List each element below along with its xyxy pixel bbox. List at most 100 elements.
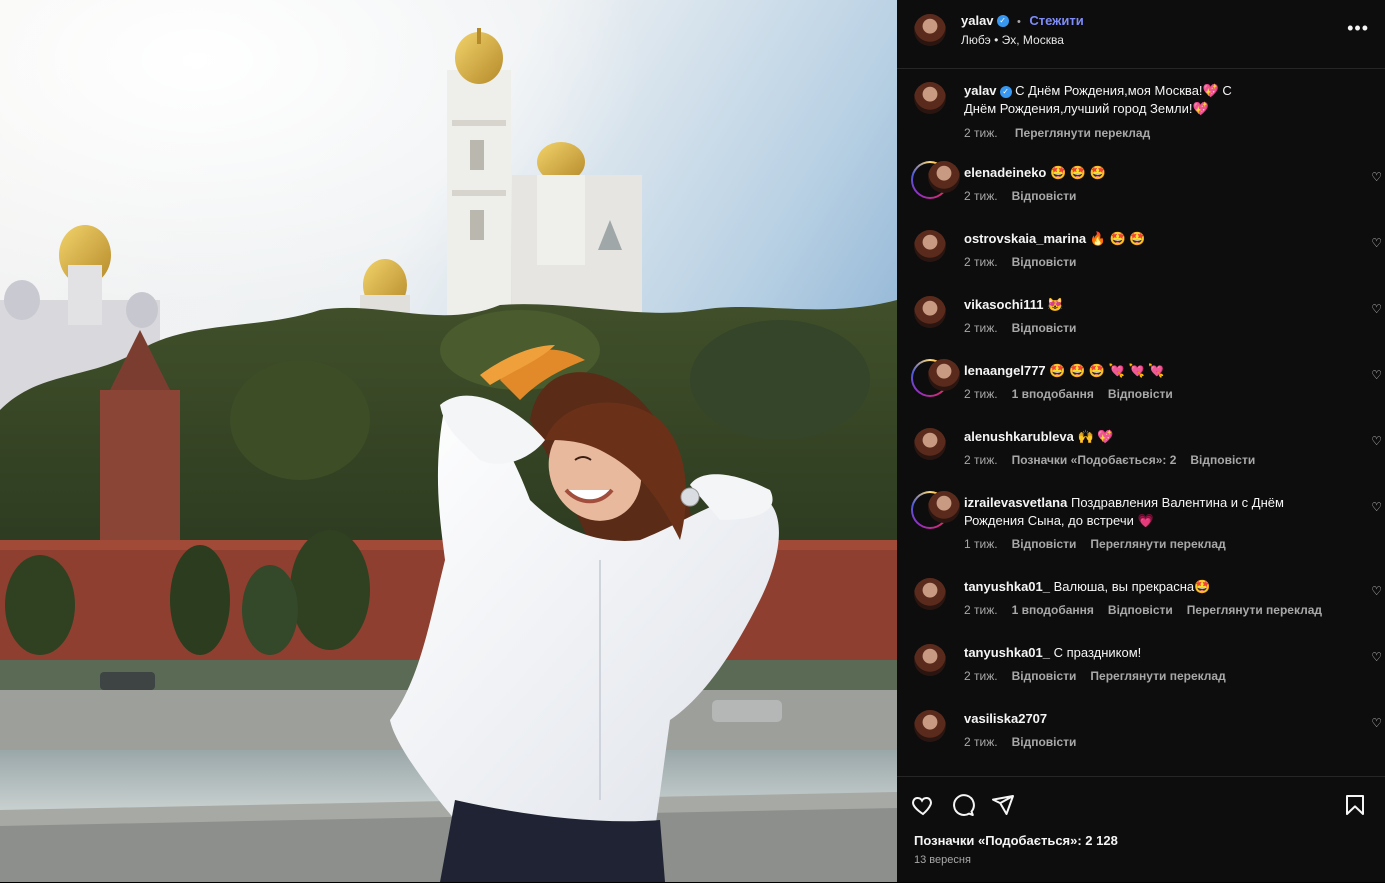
caption-username[interactable]: yalav bbox=[964, 83, 997, 98]
caption-body: yalav ✓ С Днём Рождения,моя Москва!💖 С Дн… bbox=[964, 82, 1264, 118]
comment-meta: 2 тиж. 1 вподобання Відповісти Переглянути … bbox=[964, 603, 1336, 617]
comment-time[interactable]: 2 тиж. bbox=[964, 321, 998, 335]
likes-count[interactable]: Позначки «Подобається»: 2 128 bbox=[914, 833, 1118, 848]
translate-button[interactable]: Переглянути переклад bbox=[1090, 537, 1225, 551]
comment-avatar[interactable] bbox=[914, 296, 946, 328]
comment-avatar[interactable] bbox=[914, 710, 946, 742]
reply-button[interactable]: Відповісти bbox=[1012, 255, 1077, 269]
comment-like-heart-icon[interactable]: ♡ bbox=[1371, 236, 1382, 250]
comment-username[interactable]: vasiliska2707 bbox=[964, 711, 1047, 726]
reply-button[interactable]: Відповісти bbox=[1012, 537, 1077, 551]
author-avatar-image[interactable] bbox=[914, 14, 946, 46]
comment-time[interactable]: 2 тиж. bbox=[964, 669, 998, 683]
bookmark-icon[interactable] bbox=[1343, 793, 1367, 817]
comment-avatar[interactable] bbox=[914, 428, 946, 460]
comment-avatar[interactable] bbox=[928, 359, 960, 391]
comment-time[interactable]: 2 тиж. bbox=[964, 453, 998, 467]
comment-like-heart-icon[interactable]: ♡ bbox=[1371, 584, 1382, 598]
caption-time[interactable]: 2 тиж. bbox=[964, 126, 998, 140]
comment-body: lenaangel777 🤩 🤩 🤩 💘 💘 💘 bbox=[964, 362, 1334, 380]
comment-text: Валюша, вы прекрасна🤩 bbox=[1053, 579, 1211, 594]
comment-meta: 2 тиж. Відповісти bbox=[964, 735, 1090, 749]
comment-avatar-story-ring[interactable] bbox=[911, 491, 960, 529]
comment-icon[interactable] bbox=[951, 793, 975, 817]
music-label[interactable]: Любэ • Эх, Москва bbox=[961, 33, 1064, 47]
comment-like-heart-icon[interactable]: ♡ bbox=[1371, 302, 1382, 316]
send-icon[interactable] bbox=[991, 793, 1015, 817]
post-header: yalav ✓ • Стежити Любэ • Эх, Москва ••• bbox=[897, 0, 1385, 69]
reply-button[interactable]: Відповісти bbox=[1012, 735, 1077, 749]
comment-like-heart-icon[interactable]: ♡ bbox=[1371, 500, 1382, 514]
comment-text: 🤩 🤩 🤩 💘 💘 💘 bbox=[1049, 363, 1165, 378]
more-options-icon[interactable]: ••• bbox=[1347, 18, 1369, 39]
post-side-panel: yalav ✓ • Стежити Любэ • Эх, Москва ••• y… bbox=[897, 0, 1385, 882]
comment-time[interactable]: 2 тиж. bbox=[964, 189, 998, 203]
comment-username[interactable]: alenushkarubleva bbox=[964, 429, 1074, 444]
comment-time[interactable]: 2 тиж. bbox=[964, 387, 998, 401]
comment-likes[interactable]: 1 вподобання bbox=[1012, 387, 1094, 401]
comment-username[interactable]: tanyushka01_ bbox=[964, 645, 1050, 660]
verified-badge-icon: ✓ bbox=[996, 14, 1009, 27]
follow-button[interactable]: Стежити bbox=[1029, 13, 1083, 28]
caption-avatar[interactable] bbox=[914, 82, 946, 114]
instagram-post-view: yalav ✓ • Стежити Любэ • Эх, Москва ••• y… bbox=[0, 0, 1385, 882]
comment-avatar[interactable] bbox=[928, 491, 960, 523]
reply-button[interactable]: Відповісти bbox=[1190, 453, 1255, 467]
translate-button[interactable]: Переглянути переклад bbox=[1090, 669, 1225, 683]
comment-meta: 2 тиж. Позначки «Подобається»: 2 Відповіст… bbox=[964, 453, 1269, 467]
comment-like-heart-icon[interactable]: ♡ bbox=[1371, 716, 1382, 730]
reply-button[interactable]: Відповісти bbox=[1012, 669, 1077, 683]
heart-icon[interactable] bbox=[911, 793, 935, 817]
comment-like-heart-icon[interactable]: ♡ bbox=[1371, 368, 1382, 382]
comment-text: 😻 bbox=[1047, 297, 1064, 312]
comment-username[interactable]: lenaangel777 bbox=[964, 363, 1046, 378]
comment-like-heart-icon[interactable]: ♡ bbox=[1371, 650, 1382, 664]
comments-list[interactable]: yalav ✓ С Днём Рождения,моя Москва!💖 С Дн… bbox=[897, 68, 1385, 774]
comment-username[interactable]: izrailevasvetlana bbox=[964, 495, 1067, 510]
separator-dot: • bbox=[1017, 16, 1021, 28]
comment-text: 🙌 💖 bbox=[1077, 429, 1114, 444]
comment-time[interactable]: 1 тиж. bbox=[964, 537, 998, 551]
post-date[interactable]: 13 вересня bbox=[914, 854, 971, 866]
comment-avatar[interactable] bbox=[914, 578, 946, 610]
comment-like-heart-icon[interactable]: ♡ bbox=[1371, 170, 1382, 184]
caption-translate[interactable]: Переглянути переклад bbox=[1015, 126, 1150, 140]
translate-button[interactable]: Переглянути переклад bbox=[1187, 603, 1322, 617]
comment-meta: 2 тиж. Відповісти bbox=[964, 321, 1090, 335]
post-photo[interactable] bbox=[0, 0, 897, 882]
comment-text: 🔥 🤩 🤩 bbox=[1089, 231, 1146, 246]
comment-body: alenushkarubleva 🙌 💖 bbox=[964, 428, 1334, 446]
comment-username[interactable]: ostrovskaia_marina bbox=[964, 231, 1086, 246]
comment-avatar[interactable] bbox=[928, 161, 960, 193]
reply-button[interactable]: Відповісти bbox=[1012, 189, 1077, 203]
author-username[interactable]: yalav bbox=[961, 13, 994, 28]
comment-text: 🤩 🤩 🤩 bbox=[1050, 165, 1106, 180]
comment-meta: 2 тиж. 1 вподобання Відповісти bbox=[964, 387, 1187, 401]
comment-meta: 2 тиж. Відповісти Переглянути переклад bbox=[964, 669, 1240, 683]
comment-avatar[interactable] bbox=[914, 644, 946, 676]
comment-body: tanyushka01_ Валюша, вы прекрасна🤩 bbox=[964, 578, 1334, 596]
comment-body: tanyushka01_ С праздником! bbox=[964, 644, 1334, 662]
comment-username[interactable]: tanyushka01_ bbox=[964, 579, 1050, 594]
comment-meta: 2 тиж. Відповісти bbox=[964, 255, 1090, 269]
comment-time[interactable]: 2 тиж. bbox=[964, 735, 998, 749]
comment-avatar-story-ring[interactable] bbox=[911, 161, 960, 199]
comment-meta: 2 тиж. Відповісти bbox=[964, 189, 1090, 203]
comment-body: elenadeineko 🤩 🤩 🤩 bbox=[964, 164, 1334, 182]
comment-likes[interactable]: 1 вподобання bbox=[1012, 603, 1094, 617]
comment-body: izrailevasvetlana Поздравления Валентина… bbox=[964, 494, 1334, 530]
comment-avatar[interactable] bbox=[914, 230, 946, 262]
comment-username[interactable]: vikasochi111 bbox=[964, 297, 1044, 312]
comment-avatar-story-ring[interactable] bbox=[911, 359, 960, 397]
comment-username[interactable]: elenadeineko bbox=[964, 165, 1046, 180]
comment-text: С праздником! bbox=[1053, 645, 1142, 660]
reply-button[interactable]: Відповісти bbox=[1108, 387, 1173, 401]
comment-likes[interactable]: Позначки «Подобається»: 2 bbox=[1012, 453, 1177, 467]
comment-meta: 1 тиж. Відповісти Переглянути переклад bbox=[964, 537, 1240, 551]
comment-time[interactable]: 2 тиж. bbox=[964, 603, 998, 617]
reply-button[interactable]: Відповісти bbox=[1012, 321, 1077, 335]
comment-time[interactable]: 2 тиж. bbox=[964, 255, 998, 269]
caption-meta: 2 тиж. Переглянути переклад bbox=[964, 126, 1164, 140]
reply-button[interactable]: Відповісти bbox=[1108, 603, 1173, 617]
comment-like-heart-icon[interactable]: ♡ bbox=[1371, 434, 1382, 448]
